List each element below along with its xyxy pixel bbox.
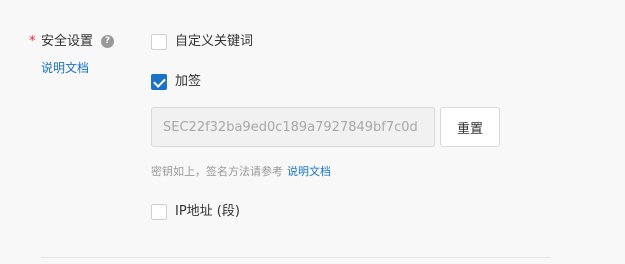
divider — [41, 257, 550, 258]
custom-keywords-checkbox[interactable] — [151, 34, 167, 50]
ip-address-checkbox[interactable] — [151, 204, 167, 220]
hint-doc-link[interactable]: 说明文档 — [287, 165, 331, 178]
secret-hint: 密钥如上，签名方法请参考 说明文档 — [151, 164, 331, 180]
doc-link[interactable]: 说明文档 — [41, 60, 89, 76]
hint-text: 密钥如上，签名方法请参考 — [151, 165, 283, 178]
ip-address-label[interactable]: IP地址 (段) — [175, 203, 240, 221]
custom-keywords-option[interactable]: 自定义关键词 — [151, 33, 253, 51]
help-icon[interactable]: ? — [101, 35, 114, 48]
signing-checkbox[interactable] — [151, 74, 167, 90]
signing-option[interactable]: 加签 — [151, 73, 201, 91]
custom-keywords-label[interactable]: 自定义关键词 — [175, 33, 253, 51]
secret-input[interactable] — [151, 107, 435, 147]
reset-button[interactable]: 重置 — [440, 107, 500, 147]
signing-label[interactable]: 加签 — [175, 73, 201, 91]
robot-security-settings: * 安全设置 ? 说明文档 自定义关键词 加签 重置 密钥如上，签名方法请参考说… — [0, 0, 625, 264]
required-mark: * — [29, 34, 36, 49]
ip-address-option[interactable]: IP地址 (段) — [151, 203, 240, 221]
security-settings-label: 安全设置 — [41, 34, 94, 49]
